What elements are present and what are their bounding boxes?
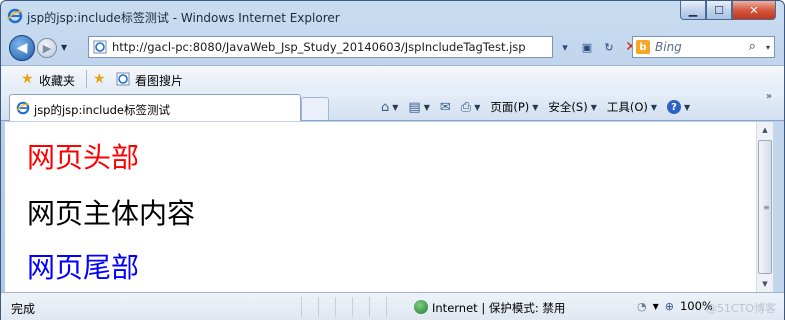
zoom-icon[interactable]: ⊕	[665, 300, 674, 313]
tab-label: jsp的jsp:include标签测试	[34, 103, 171, 117]
chevron-down-icon: ▼	[590, 102, 597, 112]
ie-page-icon	[116, 72, 130, 86]
maximize-button[interactable]: ☐	[706, 1, 732, 20]
status-separators	[301, 297, 387, 317]
status-text: 完成	[11, 302, 36, 316]
address-dropdown-button[interactable]: ▾	[555, 37, 575, 57]
chevron-down-icon: ▼	[650, 102, 658, 112]
navigation-bar: ◀ ▶ ▼ http://gacl-pc:8080/JavaWeb_Jsp_St…	[1, 31, 784, 63]
ie-logo-icon	[7, 8, 23, 24]
safety-menu-label: 安全(S)	[548, 100, 588, 114]
chevron-down-icon: ▼	[423, 102, 430, 112]
window-controls: ▁ ☐ ✕	[680, 1, 776, 21]
home-button[interactable]: ⌂ ▼	[381, 100, 398, 115]
tools-menu[interactable]: 工具(O) ▼	[607, 99, 657, 115]
tab-active[interactable]: jsp的jsp:include标签测试	[9, 94, 301, 121]
search-input[interactable]: Bing	[655, 40, 682, 54]
page-menu-label: 页面(P)	[490, 100, 530, 114]
separator	[86, 70, 87, 88]
scroll-up-icon[interactable]: ▲	[757, 122, 773, 138]
page-footer-text: 网页尾部	[27, 251, 140, 284]
help-icon: ?	[667, 100, 682, 114]
more-commands-icon[interactable]: »	[766, 91, 772, 102]
window-frame-edge	[773, 122, 784, 292]
chevron-down-icon[interactable]: ▼	[653, 302, 659, 311]
help-menu[interactable]: ? ▼	[667, 100, 690, 114]
home-icon: ⌂	[381, 99, 390, 115]
url-text[interactable]: http://gacl-pc:8080/JavaWeb_Jsp_Study_20…	[112, 40, 526, 54]
recent-pages-dropdown[interactable]: ▼	[61, 43, 67, 52]
minimize-button[interactable]: ▁	[680, 1, 706, 20]
internet-zone-icon	[414, 300, 428, 314]
favorites-button[interactable]: 收藏夹	[39, 72, 75, 89]
status-tools: ◔ ▼ ⊕ 100%	[637, 299, 713, 313]
print-button[interactable]: ⎙ ▼	[461, 100, 481, 115]
add-favorite-icon[interactable]: ★	[93, 71, 106, 87]
window-title: jsp的jsp:include标签测试 - Windows Internet E…	[27, 11, 340, 25]
page-main-text: 网页主体内容	[27, 197, 196, 230]
mail-icon: ✉	[439, 99, 451, 115]
compatibility-view-icon[interactable]: ▣	[577, 37, 597, 57]
chevron-down-icon: ▼	[474, 102, 481, 112]
scroll-thumb[interactable]: ≡	[758, 140, 772, 274]
arrow-right-icon: ▶	[42, 41, 52, 55]
favorites-star-icon[interactable]: ★	[21, 71, 34, 87]
close-button[interactable]: ✕	[732, 1, 776, 20]
chevron-down-icon: ▼	[392, 102, 399, 112]
back-button[interactable]: ◀	[9, 35, 35, 61]
page-content: 网页头部 网页主体内容 网页尾部	[5, 122, 756, 292]
tab-bar: jsp的jsp:include标签测试 ⌂ ▼ ▤ ▼ ✉ ⎙ ▼ 页面(P) …	[1, 91, 784, 121]
tools-menu-label: 工具(O)	[606, 100, 648, 114]
search-box[interactable]: b Bing ⌕ ▾	[632, 36, 775, 58]
feeds-icon: ▤	[408, 99, 421, 115]
chevron-down-icon: ▼	[532, 102, 539, 112]
ie-page-icon	[93, 40, 107, 54]
command-bar: ⌂ ▼ ▤ ▼ ✉ ⎙ ▼ 页面(P) ▼ 安全(S) ▼ 工具(O) ▼ ? …	[381, 97, 690, 117]
grip-icon: ≡	[763, 203, 770, 212]
safety-menu[interactable]: 安全(S) ▼	[548, 99, 596, 115]
page-menu[interactable]: 页面(P) ▼	[490, 99, 538, 115]
popup-blocker-icon[interactable]: ◔	[637, 300, 647, 313]
address-bar[interactable]: http://gacl-pc:8080/JavaWeb_Jsp_Study_20…	[88, 36, 553, 58]
vertical-scrollbar[interactable]: ▲ ≡ ▼	[756, 122, 773, 292]
new-tab-button[interactable]	[301, 97, 329, 120]
feeds-button[interactable]: ▤ ▼	[408, 100, 429, 115]
watermark-text: @51CTO博客	[705, 302, 776, 315]
browser-window: jsp的jsp:include标签测试 - Windows Internet E…	[0, 0, 785, 320]
favorites-bar: ★ 收藏夹 ★ 看图搜片	[1, 65, 784, 91]
bing-icon: b	[636, 40, 650, 54]
refresh-icon[interactable]: ↻	[599, 37, 619, 57]
ie-logo-icon	[16, 101, 30, 115]
address-tools: ▾ ▣ ↻ ✕	[555, 37, 641, 57]
security-zone-text[interactable]: Internet | 保护模式: 禁用	[432, 300, 565, 316]
status-bar: 完成 Internet | 保护模式: 禁用 ◔ ▼ ⊕ 100% @51CTO…	[1, 292, 784, 320]
read-mail-button[interactable]: ✉	[440, 100, 451, 115]
scroll-down-icon[interactable]: ▼	[757, 276, 773, 292]
title-bar[interactable]: jsp的jsp:include标签测试 - Windows Internet E…	[1, 1, 784, 31]
chevron-down-icon: ▼	[684, 102, 691, 112]
page-header-text: 网页头部	[27, 141, 140, 174]
search-options-dropdown[interactable]: ▾	[766, 43, 770, 52]
print-icon: ⎙	[460, 99, 472, 115]
forward-button[interactable]: ▶	[37, 38, 57, 58]
search-icon[interactable]: ⌕	[749, 39, 756, 54]
arrow-left-icon: ◀	[16, 40, 28, 56]
favorites-item-link[interactable]: 看图搜片	[135, 72, 183, 89]
